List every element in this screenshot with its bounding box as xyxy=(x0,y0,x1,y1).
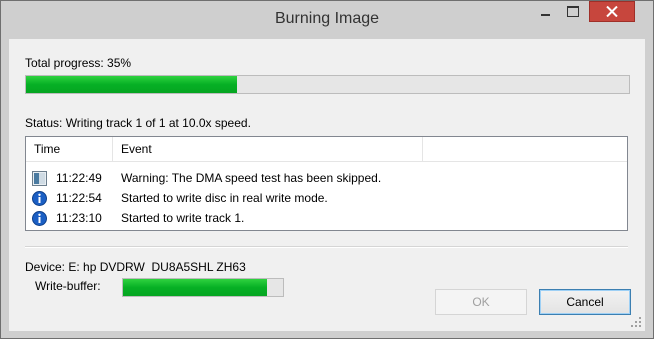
maximize-button[interactable] xyxy=(559,1,587,22)
close-button[interactable] xyxy=(589,1,635,22)
status-text: Status: Writing track 1 of 1 at 10.0x sp… xyxy=(25,116,251,130)
dialog-body: Total progress: 35% Status: Writing trac… xyxy=(9,39,645,331)
total-progress-bar xyxy=(25,75,630,94)
burning-image-dialog: Burning Image Total progress: 35% Status… xyxy=(0,0,654,339)
event-log-header: Time Event xyxy=(26,137,627,162)
warning-icon xyxy=(32,171,47,186)
minimize-icon xyxy=(540,14,550,16)
log-event: Started to write disc in real write mode… xyxy=(121,191,328,205)
event-log-list[interactable]: Time Event 11:22:49 Warning: The DMA spe… xyxy=(25,136,628,231)
title-bar[interactable]: Burning Image xyxy=(1,1,653,39)
ok-button[interactable]: OK xyxy=(435,289,527,315)
close-icon xyxy=(606,6,618,17)
log-time: 11:22:54 xyxy=(56,191,102,205)
log-row[interactable]: 11:22:54 Started to write disc in real w… xyxy=(26,188,627,208)
write-buffer-fill xyxy=(123,279,267,296)
device-text: Device: E: hp DVDRW DU8A5SHL ZH63 xyxy=(25,260,246,274)
write-buffer-bar xyxy=(122,278,284,297)
log-row[interactable]: 11:23:10 Started to write track 1. xyxy=(26,208,627,228)
maximize-icon xyxy=(567,6,579,17)
column-header-time[interactable]: Time xyxy=(26,137,113,161)
divider xyxy=(25,246,628,248)
log-event: Started to write track 1. xyxy=(121,211,245,225)
info-icon xyxy=(32,211,47,226)
total-progress-label: Total progress: 35% xyxy=(25,56,132,70)
column-header-event[interactable]: Event xyxy=(113,137,423,161)
log-row[interactable]: 11:22:49 Warning: The DMA speed test has… xyxy=(26,168,627,188)
log-event: Warning: The DMA speed test has been ski… xyxy=(121,171,382,185)
resize-grip-icon[interactable] xyxy=(631,317,641,327)
write-buffer-label: Write-buffer: xyxy=(35,279,101,293)
total-progress-fill xyxy=(26,76,238,93)
cancel-button[interactable]: Cancel xyxy=(539,289,631,315)
log-time: 11:23:10 xyxy=(56,211,102,225)
info-icon xyxy=(32,191,47,206)
log-time: 11:22:49 xyxy=(56,171,102,185)
minimize-button[interactable] xyxy=(531,1,559,22)
